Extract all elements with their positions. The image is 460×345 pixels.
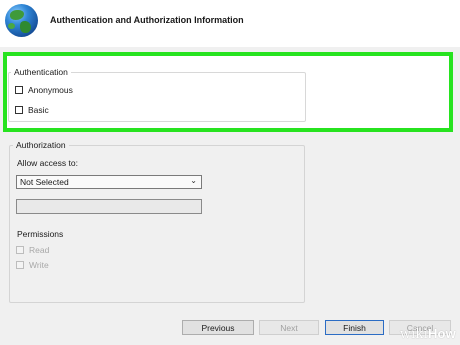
permissions-label: Permissions — [17, 229, 64, 239]
next-button[interactable]: Next — [259, 320, 319, 335]
read-checkbox[interactable] — [16, 246, 24, 254]
page-title: Authentication and Authorization Informa… — [50, 15, 244, 25]
finish-button[interactable]: Finish — [325, 320, 384, 335]
wikihow-watermark: wikiHow — [400, 326, 456, 342]
chevron-down-icon[interactable]: ⌄ — [190, 176, 197, 185]
users-textbox[interactable] — [16, 199, 202, 214]
authentication-group — [8, 72, 306, 122]
write-option[interactable]: Write — [16, 260, 49, 270]
anonymous-label: Anonymous — [28, 85, 73, 95]
globe-icon — [5, 4, 38, 37]
allow-access-select[interactable]: Not Selected ⌄ — [16, 175, 202, 189]
write-label: Write — [29, 260, 49, 270]
authorization-legend: Authorization — [13, 140, 69, 150]
authorization-group — [9, 145, 305, 303]
watermark-wiki: wiki — [399, 327, 428, 342]
wizard-header: Authentication and Authorization Informa… — [0, 0, 460, 47]
read-option[interactable]: Read — [16, 245, 49, 255]
write-checkbox[interactable] — [16, 261, 24, 269]
allow-access-label: Allow access to: — [17, 158, 78, 168]
watermark-how: How — [427, 326, 456, 341]
basic-checkbox[interactable] — [15, 106, 23, 114]
basic-label: Basic — [28, 105, 49, 115]
read-label: Read — [29, 245, 50, 255]
allow-access-value: Not Selected — [20, 177, 69, 187]
anonymous-checkbox[interactable] — [15, 86, 23, 94]
previous-button[interactable]: Previous — [182, 320, 254, 335]
authentication-legend: Authentication — [11, 67, 71, 77]
anonymous-option[interactable]: Anonymous — [15, 85, 73, 95]
basic-option[interactable]: Basic — [15, 105, 49, 115]
